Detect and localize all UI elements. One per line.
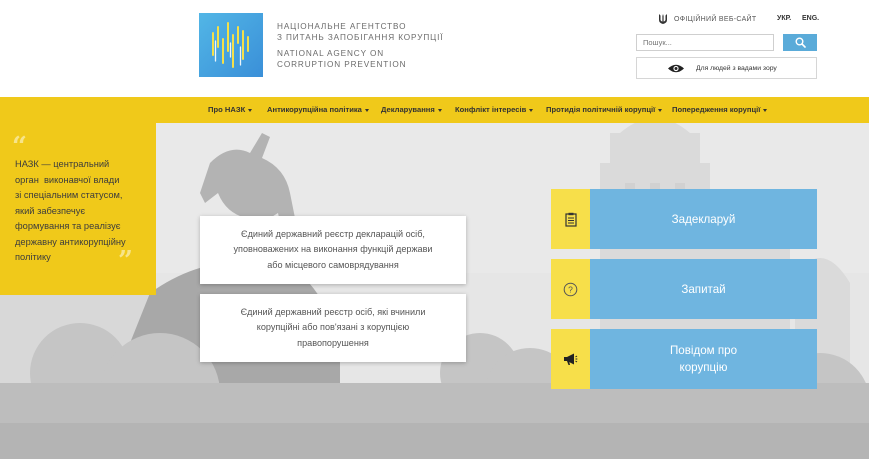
eye-icon bbox=[668, 64, 684, 72]
nav-item-declaration[interactable]: Декларування bbox=[381, 105, 442, 114]
agency-name-ua-line: З ПИТАНЬ ЗАПОБІГАННЯ КОРУПЦІЇ bbox=[277, 33, 444, 42]
caret-down-icon bbox=[763, 108, 768, 112]
registry-line: Єдиний державний реєстр декларацій осіб, bbox=[241, 228, 425, 239]
official-site-label: ОФІЦІЙНИЙ ВЕБ-САЙТ bbox=[658, 13, 756, 25]
document-icon bbox=[564, 212, 577, 227]
declare-button[interactable]: Задекларуй bbox=[551, 189, 817, 249]
nav-item-label: Конфлікт інтересів bbox=[455, 105, 527, 114]
nav-item-label: Про НАЗК bbox=[208, 105, 246, 114]
agency-logo[interactable] bbox=[199, 13, 263, 77]
report-icon-box bbox=[551, 329, 590, 389]
declare-icon-box bbox=[551, 189, 590, 249]
report-label-box: Повідом про корупцію bbox=[590, 329, 817, 389]
mission-line: який забезпечує bbox=[15, 205, 86, 216]
ask-button[interactable]: ? Запитай bbox=[551, 259, 817, 319]
caret-down-icon bbox=[364, 108, 369, 112]
registry-offenders-card[interactable]: Єдиний державний реєстр осіб, які вчинил… bbox=[200, 294, 466, 362]
nav-item-about[interactable]: Про НАЗК bbox=[208, 105, 253, 114]
registry-line: або місцевого самоврядування bbox=[267, 259, 399, 270]
search-button[interactable] bbox=[783, 34, 817, 51]
ask-label: Запитай bbox=[681, 282, 726, 296]
report-corruption-button[interactable]: Повідом про корупцію bbox=[551, 329, 817, 389]
report-label-line: корупцію bbox=[679, 361, 728, 374]
nav-item-label: Протидія політичній корупції bbox=[546, 105, 656, 114]
report-label-line: Повідом про bbox=[669, 344, 738, 357]
nav-item-political-corruption[interactable]: Протидія політичній корупції bbox=[546, 105, 663, 114]
trident-icon bbox=[659, 14, 667, 24]
accessibility-button[interactable]: Для людей з вадами зору bbox=[636, 57, 817, 79]
registry-declarations-card[interactable]: Єдиний державний реєстр декларацій осіб,… bbox=[200, 216, 466, 284]
site-header: НАЦІОНАЛЬНЕ АГЕНТСТВО З ПИТАНЬ ЗАПОБІГАН… bbox=[0, 0, 869, 97]
nav-item-corruption-prevention[interactable]: Попередження корупції bbox=[672, 105, 768, 114]
megaphone-icon bbox=[564, 353, 578, 365]
registry-offenders-text: Єдиний державний реєстр осіб, які вчинил… bbox=[241, 305, 426, 352]
lang-switch-ua[interactable]: УКР. bbox=[777, 15, 791, 22]
nav-item-label: Попередження корупції bbox=[672, 105, 761, 114]
mission-line: політику bbox=[15, 252, 51, 262]
agency-name-en: NATIONAL AGENCY ON CORRUPTION PREVENTION bbox=[277, 48, 406, 70]
agency-name-en-line: CORRUPTION PREVENTION bbox=[277, 60, 407, 69]
accessibility-label: Для людей з вадами зору bbox=[696, 64, 777, 72]
agency-name-ua: НАЦІОНАЛЬНЕ АГЕНТСТВО З ПИТАНЬ ЗАПОБІГАН… bbox=[277, 21, 443, 43]
caret-down-icon bbox=[248, 108, 253, 112]
logo-bars-icon bbox=[212, 22, 249, 68]
mission-line: формування та реалізує bbox=[15, 221, 121, 231]
registry-declarations-text: Єдиний державний реєстр декларацій осіб,… bbox=[233, 227, 432, 274]
mission-line: НАЗК — центральний bbox=[15, 159, 110, 169]
report-label: Повідом про корупцію bbox=[670, 342, 737, 376]
declare-label: Задекларуй bbox=[671, 212, 736, 226]
mission-line: зі спеціальним статусом, bbox=[15, 190, 123, 200]
nav-item-label: Декларування bbox=[381, 105, 435, 114]
ask-icon-box: ? bbox=[551, 259, 590, 319]
caret-down-icon bbox=[529, 108, 534, 112]
registry-line: правопорушення bbox=[297, 337, 369, 348]
official-site-text: ОФІЦІЙНИЙ ВЕБ-САЙТ bbox=[674, 15, 757, 23]
svg-text:?: ? bbox=[568, 284, 573, 294]
registry-line: уповноважених на виконання функцій держа… bbox=[233, 244, 433, 255]
mission-line: орган виконавчої влади bbox=[15, 174, 120, 185]
nav-item-anticorruption-policy[interactable]: Антикорупційна політика bbox=[267, 105, 369, 114]
main-nav: Про НАЗК Антикорупційна політика Деклару… bbox=[0, 97, 869, 123]
registry-line: корупційні або пов'язані з корупцією bbox=[256, 322, 410, 333]
agency-name-ua-line: НАЦІОНАЛЬНЕ АГЕНТСТВО bbox=[277, 22, 407, 31]
mission-statement: НАЗК — центральний орган виконавчої влад… bbox=[15, 157, 143, 266]
nav-item-conflict-of-interest[interactable]: Конфлікт інтересів bbox=[455, 105, 534, 114]
agency-name-en-line: NATIONAL AGENCY ON bbox=[277, 49, 385, 58]
question-icon: ? bbox=[563, 282, 578, 296]
ask-label-box: Запитай bbox=[590, 259, 817, 319]
registry-line: Єдиний державний реєстр осіб, які вчинил… bbox=[240, 306, 426, 317]
caret-down-icon bbox=[658, 108, 663, 112]
search-input[interactable] bbox=[636, 34, 774, 51]
declare-label-box: Задекларуй bbox=[590, 189, 817, 249]
search-icon bbox=[795, 37, 806, 48]
nav-item-label: Антикорупційна політика bbox=[267, 105, 362, 114]
mission-line: державну антикорупційну bbox=[15, 236, 126, 247]
lang-switch-en[interactable]: ENG. bbox=[802, 15, 819, 22]
caret-down-icon bbox=[437, 108, 442, 112]
